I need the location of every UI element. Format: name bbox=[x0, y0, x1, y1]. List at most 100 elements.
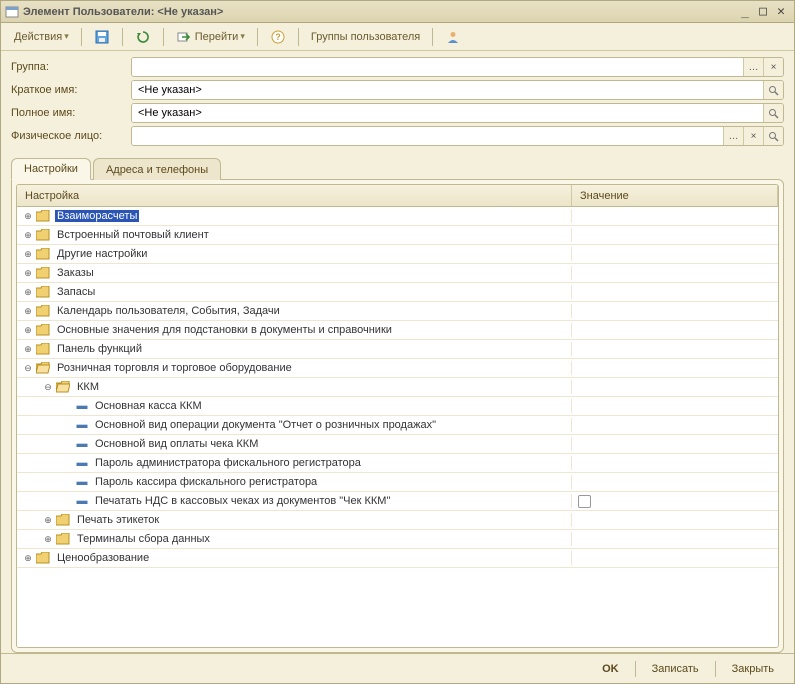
tree-row[interactable]: ⊕Взаиморасчеты bbox=[17, 207, 778, 226]
col-value-header[interactable]: Значение bbox=[572, 185, 778, 206]
user-icon-button[interactable] bbox=[438, 26, 468, 48]
magnifier-icon bbox=[768, 131, 779, 142]
expand-icon[interactable]: ⊕ bbox=[21, 285, 35, 299]
save-icon bbox=[94, 29, 110, 45]
full-name-lookup-button[interactable] bbox=[763, 104, 783, 122]
refresh-icon bbox=[135, 29, 151, 45]
folder-icon bbox=[35, 285, 51, 299]
goto-icon bbox=[176, 29, 192, 45]
person-clear-button[interactable]: × bbox=[743, 127, 763, 145]
folder-open-icon bbox=[55, 380, 71, 394]
item-icon: ▬ bbox=[75, 456, 89, 470]
expand-icon[interactable]: ⊕ bbox=[41, 513, 55, 527]
settings-grid: Настройка Значение ⊕Взаиморасчеты ⊕Встро… bbox=[16, 184, 779, 648]
window-title: Элемент Пользователи: <Не указан> bbox=[23, 6, 736, 18]
group-clear-button[interactable]: × bbox=[763, 58, 783, 76]
tree-row[interactable]: ⊕Заказы bbox=[17, 264, 778, 283]
tree-row[interactable]: ⊕Календарь пользователя, События, Задачи bbox=[17, 302, 778, 321]
grid-header: Настройка Значение bbox=[17, 185, 778, 207]
app-icon bbox=[5, 5, 19, 19]
item-icon: ▬ bbox=[75, 437, 89, 451]
tree-row[interactable]: ⊕Ценообразование bbox=[17, 549, 778, 568]
folder-icon bbox=[35, 228, 51, 242]
short-name-lookup-button[interactable] bbox=[763, 81, 783, 99]
tree-row[interactable]: ⊕Основные значения для подстановки в док… bbox=[17, 321, 778, 340]
tree-row[interactable]: ⊖ККМ bbox=[17, 378, 778, 397]
expand-icon[interactable]: ⊕ bbox=[21, 551, 35, 565]
user-groups-button[interactable]: Группы пользователя bbox=[304, 26, 427, 48]
item-icon: ▬ bbox=[75, 494, 89, 508]
tab-headers: Настройки Адреса и телефоны bbox=[11, 157, 784, 179]
group-select-button[interactable]: … bbox=[743, 58, 763, 76]
tab-settings[interactable]: Настройки bbox=[11, 158, 91, 180]
expand-icon[interactable]: ⊕ bbox=[21, 304, 35, 318]
full-name-input[interactable] bbox=[132, 104, 763, 122]
short-name-input-wrap bbox=[131, 80, 784, 100]
save-icon-button[interactable] bbox=[87, 26, 117, 48]
person-input[interactable] bbox=[132, 127, 723, 145]
tree-row[interactable]: ⊖Розничная торговля и торговое оборудова… bbox=[17, 359, 778, 378]
magnifier-icon bbox=[768, 85, 779, 96]
expand-icon[interactable]: ⊕ bbox=[41, 532, 55, 546]
actions-menu[interactable]: Действия bbox=[7, 26, 76, 48]
tree-row[interactable]: ▬Пароль кассира фискального регистратора bbox=[17, 473, 778, 492]
titlebar: Элемент Пользователи: <Не указан> _ □ ✕ bbox=[1, 1, 794, 23]
expand-icon[interactable]: ⊕ bbox=[21, 266, 35, 280]
full-name-input-wrap bbox=[131, 103, 784, 123]
item-icon: ▬ bbox=[75, 475, 89, 489]
person-select-button[interactable]: … bbox=[723, 127, 743, 145]
vat-print-checkbox[interactable] bbox=[578, 495, 591, 508]
tree-row[interactable]: ⊕Панель функций bbox=[17, 340, 778, 359]
save-button[interactable]: Записать bbox=[642, 658, 709, 680]
short-name-input[interactable] bbox=[132, 81, 763, 99]
tree-row[interactable]: ⊕Терминалы сбора данных bbox=[17, 530, 778, 549]
toolbar: Действия Перейти ? Группы пользова bbox=[1, 23, 794, 51]
minimize-button[interactable]: _ bbox=[736, 4, 754, 20]
collapse-icon[interactable]: ⊖ bbox=[21, 361, 35, 375]
person-lookup-button[interactable] bbox=[763, 127, 783, 145]
svg-text:?: ? bbox=[275, 32, 281, 42]
col-setting-header[interactable]: Настройка bbox=[17, 185, 572, 206]
tree-row[interactable]: ⊕Другие настройки bbox=[17, 245, 778, 264]
tab-addresses[interactable]: Адреса и телефоны bbox=[93, 158, 221, 180]
folder-icon bbox=[35, 323, 51, 337]
tree-row[interactable]: ▬Печатать НДС в кассовых чеках из докуме… bbox=[17, 492, 778, 511]
expand-icon[interactable]: ⊕ bbox=[21, 323, 35, 337]
folder-icon bbox=[35, 247, 51, 261]
help-icon-button[interactable]: ? bbox=[263, 26, 293, 48]
tree-row[interactable]: ▬Основная касса ККМ bbox=[17, 397, 778, 416]
footer: OK Записать Закрыть bbox=[1, 653, 794, 683]
maximize-button[interactable]: □ bbox=[754, 4, 772, 20]
group-input[interactable] bbox=[132, 58, 743, 76]
close-footer-button[interactable]: Закрыть bbox=[722, 658, 784, 680]
user-icon bbox=[445, 29, 461, 45]
folder-icon bbox=[55, 513, 71, 527]
group-label: Группа: bbox=[11, 61, 131, 73]
tree-row[interactable]: ⊕Встроенный почтовый клиент bbox=[17, 226, 778, 245]
expand-icon[interactable]: ⊕ bbox=[21, 209, 35, 223]
full-name-label: Полное имя: bbox=[11, 107, 131, 119]
folder-icon bbox=[35, 304, 51, 318]
grid-body[interactable]: ⊕Взаиморасчеты ⊕Встроенный почтовый клие… bbox=[17, 207, 778, 647]
expand-icon[interactable]: ⊕ bbox=[21, 247, 35, 261]
tree-row[interactable]: ▬Пароль администратора фискального регис… bbox=[17, 454, 778, 473]
tree-row[interactable]: ⊕Запасы bbox=[17, 283, 778, 302]
collapse-icon[interactable]: ⊖ bbox=[41, 380, 55, 394]
tab-body: Настройка Значение ⊕Взаиморасчеты ⊕Встро… bbox=[11, 179, 784, 653]
goto-menu[interactable]: Перейти bbox=[169, 26, 252, 48]
folder-icon bbox=[35, 551, 51, 565]
close-button[interactable]: ✕ bbox=[772, 4, 790, 20]
magnifier-icon bbox=[768, 108, 779, 119]
item-icon: ▬ bbox=[75, 399, 89, 413]
person-input-wrap: … × bbox=[131, 126, 784, 146]
expand-icon[interactable]: ⊕ bbox=[21, 228, 35, 242]
folder-icon bbox=[35, 342, 51, 356]
tree-row[interactable]: ▬Основной вид оплаты чека ККМ bbox=[17, 435, 778, 454]
ok-button[interactable]: OK bbox=[592, 658, 629, 680]
refresh-icon-button[interactable] bbox=[128, 26, 158, 48]
expand-icon[interactable]: ⊕ bbox=[21, 342, 35, 356]
tree-row[interactable]: ▬Основной вид операции документа "Отчет … bbox=[17, 416, 778, 435]
tree-row[interactable]: ⊕Печать этикеток bbox=[17, 511, 778, 530]
tab-container: Настройки Адреса и телефоны Настройка Зн… bbox=[11, 157, 784, 653]
item-icon: ▬ bbox=[75, 418, 89, 432]
